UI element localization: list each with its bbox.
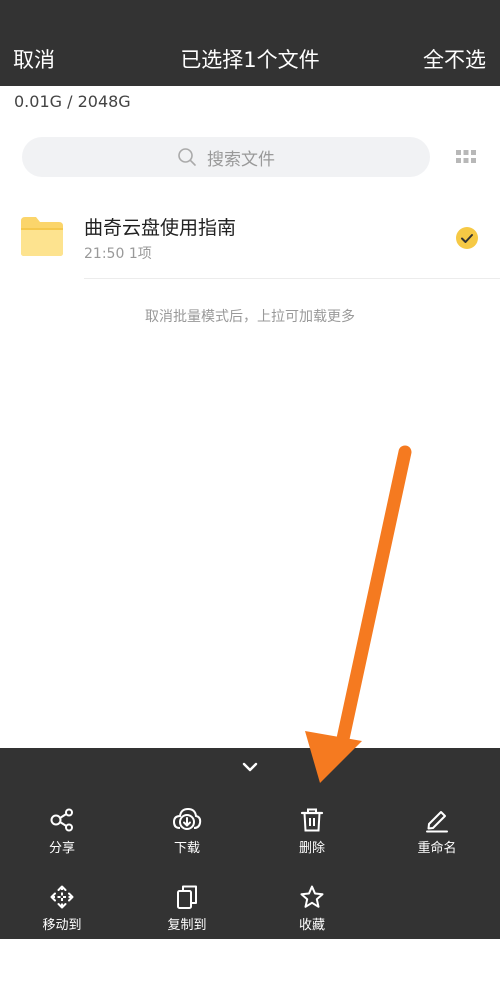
file-time: 21:50 bbox=[84, 246, 125, 262]
search-input[interactable]: 搜索文件 bbox=[22, 137, 430, 177]
copy-icon bbox=[177, 885, 197, 909]
grid-view-icon[interactable] bbox=[456, 150, 476, 164]
search-placeholder: 搜索文件 bbox=[207, 149, 275, 170]
favorite-button[interactable]: 收藏 bbox=[267, 884, 357, 933]
deselect-all-button[interactable]: 全不选 bbox=[423, 46, 486, 74]
rename-button[interactable]: 重命名 bbox=[392, 807, 482, 856]
selected-check-icon[interactable] bbox=[456, 227, 478, 249]
file-meta: 21:50 1项 bbox=[84, 243, 152, 263]
storage-usage: 0.01G / 2048G bbox=[14, 92, 131, 111]
load-more-hint: 取消批量模式后，上拉可加载更多 bbox=[145, 309, 355, 325]
share-icon bbox=[50, 808, 73, 832]
pencil-icon bbox=[426, 811, 448, 833]
bottom-action-bar: 分享 下载 删除 重命名 移动到 复制到 收藏 bbox=[0, 748, 500, 939]
rename-label: 重命名 bbox=[417, 841, 457, 856]
copy-button[interactable]: 复制到 bbox=[142, 884, 232, 933]
download-button[interactable]: 下载 bbox=[142, 807, 232, 856]
top-bar: 取消 已选择1个文件 全不选 bbox=[0, 0, 500, 86]
download-icon bbox=[172, 807, 202, 830]
trash-icon bbox=[300, 808, 324, 832]
chevron-down-icon[interactable] bbox=[240, 760, 260, 774]
copy-label: 复制到 bbox=[167, 918, 207, 933]
move-icon bbox=[50, 885, 74, 909]
file-name: 曲奇云盘使用指南 bbox=[84, 217, 237, 239]
move-button[interactable]: 移动到 bbox=[17, 884, 107, 933]
delete-button[interactable]: 删除 bbox=[267, 807, 357, 856]
divider bbox=[84, 278, 500, 279]
share-label: 分享 bbox=[48, 841, 75, 856]
share-button[interactable]: 分享 bbox=[17, 807, 107, 856]
delete-label: 删除 bbox=[298, 841, 325, 856]
move-label: 移动到 bbox=[42, 918, 82, 933]
star-icon bbox=[300, 885, 324, 908]
download-label: 下载 bbox=[173, 841, 200, 856]
list-item[interactable]: 曲奇云盘使用指南 21:50 1项 bbox=[0, 196, 500, 278]
folder-icon bbox=[21, 217, 63, 256]
favorite-label: 收藏 bbox=[298, 918, 325, 933]
search-icon bbox=[178, 148, 196, 166]
file-count: 1项 bbox=[128, 246, 152, 262]
